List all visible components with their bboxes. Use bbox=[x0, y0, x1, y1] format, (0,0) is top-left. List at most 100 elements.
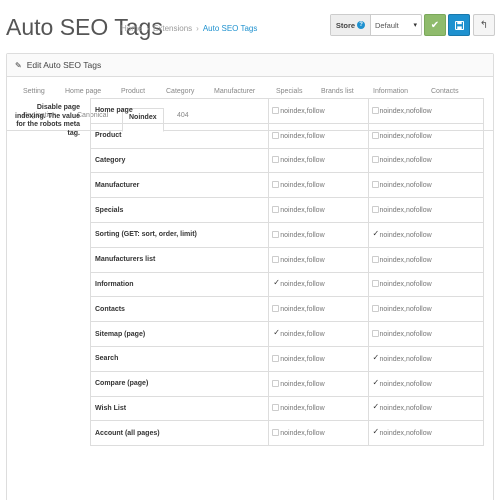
noindex-follow-checkbox[interactable]: noindex,follow bbox=[268, 197, 369, 223]
checkbox[interactable] bbox=[272, 106, 280, 114]
checkbox-label: noindex,nofollow bbox=[379, 256, 432, 264]
table-row: Information noindex,follow noindex,nofollo… bbox=[89, 271, 485, 298]
back-button[interactable]: ↰ bbox=[473, 14, 495, 36]
noindex-nofollow-checkbox[interactable]: noindex,nofollow bbox=[367, 98, 485, 124]
checkbox-label: noindex,follow bbox=[280, 355, 325, 363]
tab-manufacturer[interactable]: Manufacturer bbox=[214, 88, 255, 95]
noindex-nofollow-checkbox[interactable]: noindex,nofollow bbox=[367, 246, 485, 273]
noindex-follow-checkbox[interactable]: noindex,follow bbox=[268, 420, 369, 447]
checkbox[interactable] bbox=[272, 181, 280, 189]
checkbox[interactable] bbox=[272, 255, 280, 263]
checkbox[interactable] bbox=[272, 230, 280, 238]
tab-category[interactable]: Category bbox=[166, 88, 194, 95]
save-button[interactable]: ✔ bbox=[424, 14, 446, 36]
checkbox-label: noindex,nofollow bbox=[379, 380, 432, 388]
noindex-follow-checkbox[interactable]: noindex,follow bbox=[268, 147, 369, 174]
noindex-nofollow-checkbox[interactable]: noindex,nofollow bbox=[367, 271, 485, 298]
checkbox-label: noindex,nofollow bbox=[379, 182, 432, 190]
checkbox[interactable] bbox=[272, 305, 280, 313]
noindex-nofollow-checkbox[interactable]: noindex,nofollow bbox=[367, 296, 485, 323]
checkbox[interactable] bbox=[371, 280, 379, 288]
store-label-text: Store bbox=[335, 20, 356, 30]
checkbox-label: noindex,follow bbox=[280, 306, 325, 314]
breadcrumb-separator: › bbox=[196, 24, 199, 33]
checkbox[interactable] bbox=[371, 330, 379, 338]
checkbox-label: noindex,follow bbox=[280, 231, 325, 239]
checkbox[interactable] bbox=[272, 328, 280, 338]
checkbox[interactable] bbox=[272, 354, 280, 362]
breadcrumb-home[interactable]: Home bbox=[121, 24, 142, 33]
checkbox[interactable] bbox=[371, 427, 379, 437]
tab-contacts[interactable]: Contacts bbox=[431, 88, 459, 95]
checkbox[interactable] bbox=[371, 255, 379, 263]
noindex-follow-checkbox[interactable]: noindex,follow bbox=[268, 122, 369, 149]
row-label: Account (all pages) bbox=[89, 420, 270, 447]
checkbox[interactable] bbox=[272, 429, 280, 437]
noindex-nofollow-checkbox[interactable]: noindex,nofollow bbox=[367, 197, 485, 223]
chevron-down-icon: ▾ bbox=[413, 22, 417, 29]
checkbox[interactable] bbox=[371, 378, 379, 387]
tab-product[interactable]: Product bbox=[121, 88, 145, 95]
store-selector[interactable]: Store ? Default ▾ bbox=[330, 14, 422, 36]
checkbox[interactable] bbox=[272, 379, 280, 387]
tab-specials[interactable]: Specials bbox=[276, 88, 302, 95]
checkbox-label: noindex,nofollow bbox=[379, 107, 432, 115]
noindex-nofollow-checkbox[interactable]: noindex,nofollow bbox=[367, 147, 485, 174]
noindex-nofollow-checkbox[interactable]: noindex,nofollow bbox=[367, 395, 485, 422]
checkbox-label: noindex,follow bbox=[280, 207, 325, 215]
noindex-nofollow-checkbox[interactable]: noindex,nofollow bbox=[367, 172, 485, 199]
row-label: Sitemap (page) bbox=[89, 321, 270, 347]
checkbox[interactable] bbox=[371, 106, 379, 114]
breadcrumb-extensions[interactable]: Extensions bbox=[153, 24, 192, 33]
table-row: Manufacturer noindex,follow noindex,nofoll… bbox=[89, 172, 485, 199]
checkbox-label: noindex,follow bbox=[280, 132, 325, 140]
noindex-follow-checkbox[interactable]: noindex,follow bbox=[268, 345, 369, 372]
noindex-follow-checkbox[interactable]: noindex,follow bbox=[268, 370, 369, 397]
row-label: Specials bbox=[89, 197, 270, 223]
checkbox-label: noindex,follow bbox=[280, 281, 325, 289]
checkbox[interactable] bbox=[272, 206, 280, 214]
noindex-follow-checkbox[interactable]: noindex,follow bbox=[268, 395, 369, 422]
noindex-follow-checkbox[interactable]: noindex,follow bbox=[268, 221, 369, 248]
noindex-follow-checkbox[interactable]: noindex,follow bbox=[268, 172, 369, 199]
checkbox[interactable] bbox=[371, 305, 379, 313]
noindex-follow-checkbox[interactable]: noindex,follow bbox=[268, 271, 369, 298]
noindex-follow-checkbox[interactable]: noindex,follow bbox=[268, 321, 369, 347]
tab-home-page[interactable]: Home page bbox=[65, 88, 101, 95]
noindex-follow-checkbox[interactable]: noindex,follow bbox=[268, 246, 369, 273]
noindex-nofollow-checkbox[interactable]: noindex,nofollow bbox=[367, 370, 485, 397]
checkbox[interactable] bbox=[371, 181, 379, 189]
checkbox[interactable] bbox=[371, 353, 379, 362]
checkbox[interactable] bbox=[272, 131, 280, 139]
row-label: Home page bbox=[89, 98, 270, 124]
breadcrumb-current[interactable]: Auto SEO Tags bbox=[203, 24, 258, 33]
store-select[interactable]: Default ▾ bbox=[371, 15, 421, 35]
checkbox-label: noindex,follow bbox=[280, 380, 325, 388]
row-label: Search bbox=[89, 345, 270, 372]
apply-button[interactable] bbox=[448, 14, 470, 36]
checkbox[interactable] bbox=[371, 229, 379, 238]
noindex-follow-checkbox[interactable]: noindex,follow bbox=[268, 296, 369, 323]
checkbox-label: noindex,follow bbox=[280, 430, 325, 438]
tab-setting[interactable]: Setting bbox=[23, 88, 45, 95]
checkbox[interactable] bbox=[371, 206, 379, 214]
noindex-nofollow-checkbox[interactable]: noindex,nofollow bbox=[367, 345, 485, 372]
checkbox[interactable] bbox=[272, 278, 280, 288]
noindex-nofollow-checkbox[interactable]: noindex,nofollow bbox=[367, 420, 485, 447]
floppy-disk-icon bbox=[454, 20, 464, 30]
table-row: Category noindex,follow noindex,nofollow bbox=[89, 147, 485, 174]
noindex-follow-checkbox[interactable]: noindex,follow bbox=[268, 98, 369, 124]
tab-brands-list[interactable]: Brands list bbox=[321, 88, 354, 95]
row-label: Information bbox=[89, 271, 270, 298]
noindex-nofollow-checkbox[interactable]: noindex,nofollow bbox=[367, 221, 485, 248]
noindex-nofollow-checkbox[interactable]: noindex,nofollow bbox=[367, 321, 485, 347]
store-select-value: Default bbox=[375, 20, 399, 30]
checkbox[interactable] bbox=[371, 402, 379, 412]
checkbox[interactable] bbox=[371, 156, 379, 164]
noindex-nofollow-checkbox[interactable]: noindex,nofollow bbox=[367, 122, 485, 149]
checkbox[interactable] bbox=[371, 131, 379, 139]
checkbox[interactable] bbox=[272, 404, 280, 412]
tab-information[interactable]: Information bbox=[373, 88, 408, 95]
checkbox[interactable] bbox=[272, 156, 280, 164]
store-label: Store ? bbox=[331, 15, 371, 35]
